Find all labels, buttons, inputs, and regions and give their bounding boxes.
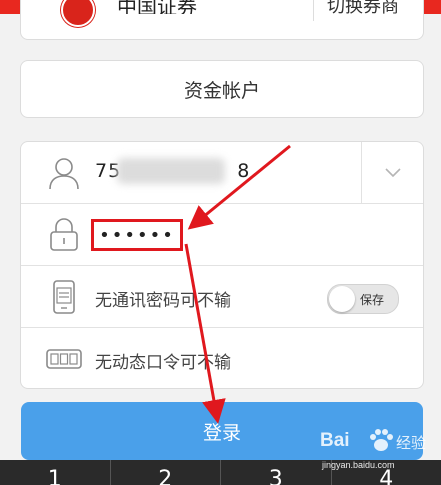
key-1[interactable]: 1 xyxy=(0,460,111,485)
chevron-down-icon xyxy=(384,167,401,177)
otp-row[interactable]: 无动态口令可不输 xyxy=(21,328,423,389)
watermark-url: jingyan.baidu.com xyxy=(322,460,395,470)
otp-token-icon xyxy=(46,349,82,369)
paw-icon xyxy=(370,429,393,451)
save-toggle-label: 保存 xyxy=(360,293,385,307)
save-toggle[interactable]: 保存 xyxy=(327,284,399,314)
account-dropdown-button[interactable] xyxy=(362,142,423,203)
watermark-brand2: 经验 xyxy=(396,434,427,452)
login-form: 75 8 •••••• 无通讯密码可不输 保存 无动态口令可不输 xyxy=(20,141,424,389)
toggle-knob xyxy=(329,286,355,312)
otp-label: 无动态口令可不输 xyxy=(95,353,231,373)
watermark-brand: Bai xyxy=(320,430,350,451)
key-2[interactable]: 2 xyxy=(111,460,221,485)
account-row[interactable]: 75 8 xyxy=(21,142,423,204)
account-blur-mask xyxy=(117,158,225,184)
user-icon xyxy=(49,158,79,190)
account-suffix: 8 xyxy=(237,160,251,182)
switch-broker-button[interactable]: 切换券商 xyxy=(327,0,399,14)
broker-selector[interactable]: 中国证券 切换券商 xyxy=(20,0,424,40)
key-3[interactable]: 3 xyxy=(221,460,332,485)
comm-password-label: 无通讯密码可不输 xyxy=(95,291,231,311)
broker-logo-icon xyxy=(61,0,95,27)
baidu-watermark: Bai 经验 jingyan.baidu.com xyxy=(318,428,434,478)
password-input[interactable]: •••••• xyxy=(91,219,183,251)
account-type-selector[interactable]: 资金帐户 xyxy=(20,60,424,118)
broker-name: 中国证券 xyxy=(117,0,197,14)
lock-icon xyxy=(50,218,78,251)
comm-password-row[interactable]: 无通讯密码可不输 保存 xyxy=(21,266,423,328)
password-row[interactable]: •••••• xyxy=(21,204,423,266)
broker-divider xyxy=(313,0,314,21)
phone-card-icon xyxy=(53,280,75,314)
